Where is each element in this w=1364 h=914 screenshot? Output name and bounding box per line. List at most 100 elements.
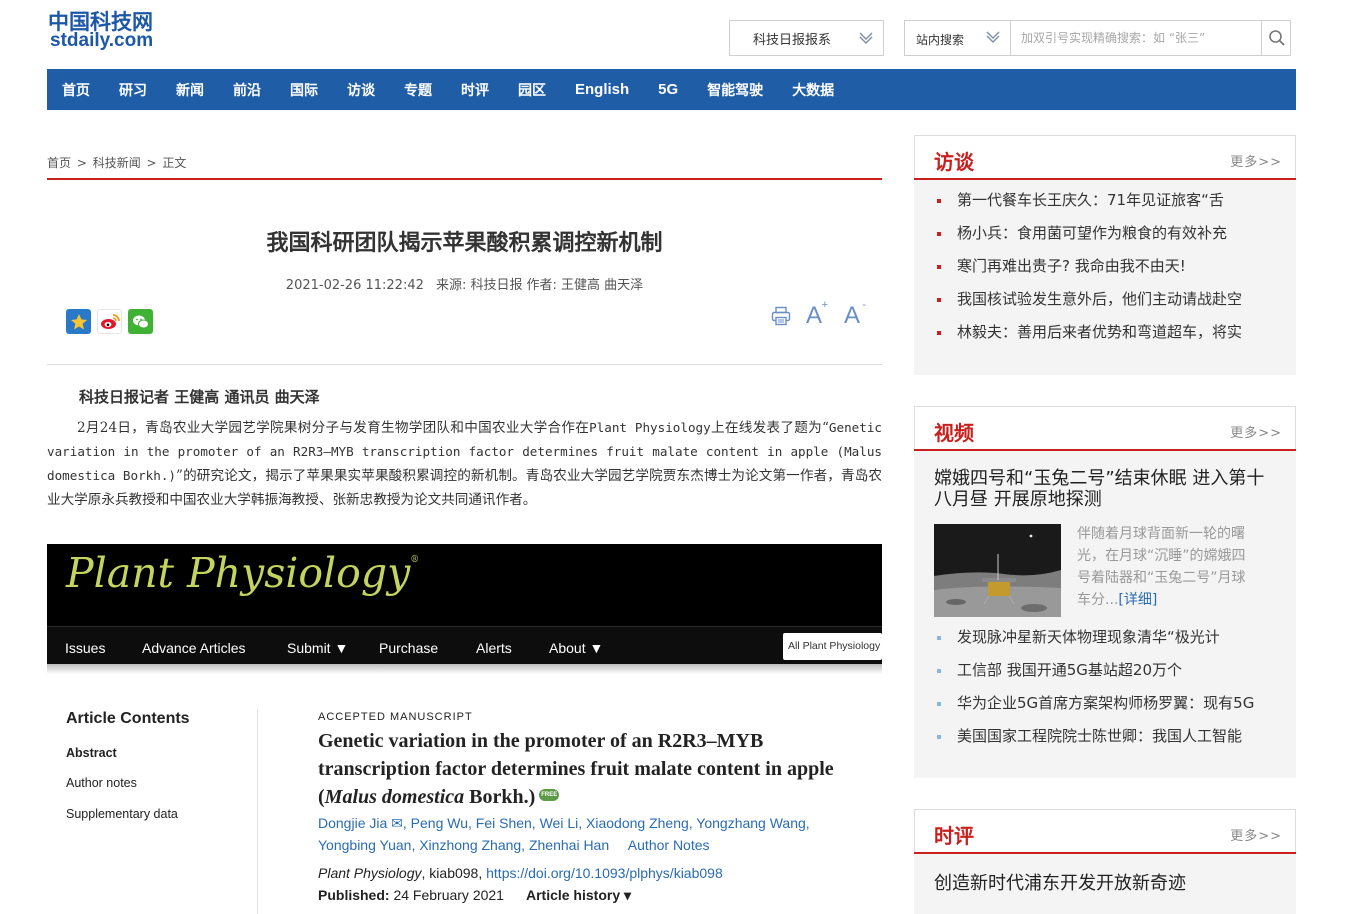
interview-title: 访谈 <box>934 150 974 174</box>
article-paragraph: 2月24日，青岛农业大学园艺学院果树分子与发育生物学团队和中国农业大学合作在Pl… <box>47 420 882 508</box>
search-divider <box>1010 21 1011 55</box>
journal-nav-about: About ▼ <box>549 640 604 656</box>
video-title: 视频 <box>934 421 974 445</box>
list-item[interactable]: 发现脉冲星新天体物理现象清华“极光计 <box>914 621 1296 654</box>
newspaper-select[interactable]: 科技日报报系 <box>729 20 884 56</box>
box-header-rule <box>914 449 1296 451</box>
sidebar-commentary: 时评 更多>> 创造新时代浦东开发开放新奇迹 <box>914 809 1296 914</box>
list-item[interactable]: 美国国家工程院院士陈世卿：我国人工智能 <box>914 720 1296 753</box>
journal-nav-shadow <box>47 664 882 674</box>
nav-smart-driving[interactable]: 智能驾驶 <box>707 80 763 100</box>
box-header-border <box>914 809 1296 810</box>
journal-search-scope: All Plant Physiology <box>783 633 882 660</box>
list-item[interactable]: 寒门再难出贵子? 我命由我不由天! <box>914 250 1296 283</box>
journal-nav: Issues Advance Articles Submit ▼ Purchas… <box>47 626 882 664</box>
search-button[interactable] <box>1261 21 1291 55</box>
paper-title: Genetic variation in the promoter of an … <box>318 730 834 808</box>
search-input[interactable] <box>1013 22 1259 54</box>
video-headline[interactable]: 嫦娥四号和“玉兔二号”结束休眠 进入第十八月昼 开展原地探测 <box>934 468 1279 510</box>
box-header-border <box>914 406 1296 407</box>
paper-citation: Plant Physiology, kiab098, https://doi.o… <box>318 865 723 881</box>
chevron-down-icon <box>858 30 874 50</box>
sidebar-video: 视频 更多>> 嫦娥四号和“玉兔二号”结束休眠 进入第十八月昼 开展原地探测 伴… <box>914 406 1296 778</box>
contents-author-notes: Author notes <box>66 776 137 790</box>
interview-list: 第一代餐车长王庆久：71年见证旅客“舌 杨小兵：食用菌可望作为粮食的有效补充 寒… <box>914 184 1296 349</box>
article-byline: 科技日报记者 王健高 通讯员 曲天泽 <box>79 388 320 406</box>
article-title: 我国科研团队揭示苹果酸积累调控新机制 <box>266 231 663 256</box>
article-datetime: 2021-02-26 11:22:42 <box>285 278 424 293</box>
nav-english[interactable]: English <box>575 81 629 98</box>
journal-nav-alerts: Alerts <box>476 640 512 656</box>
share-buttons <box>66 309 153 334</box>
nav-study[interactable]: 研习 <box>119 80 147 100</box>
contents-supplementary: Supplementary data <box>66 807 178 821</box>
main-nav: 首页 研习 新闻 前沿 国际 访谈 专题 时评 园区 English 5G 智能… <box>47 69 1296 110</box>
video-thumbnail-moon-rover[interactable] <box>934 524 1061 617</box>
box-header-border <box>914 406 915 451</box>
breadcrumb-divider <box>47 178 882 180</box>
nav-big-data[interactable]: 大数据 <box>792 80 834 100</box>
article-source: 来源: 科技日报 <box>436 278 523 293</box>
paper-published: Published: 24 February 2021 Article histo… <box>318 887 632 903</box>
font-decrease-button[interactable]: A- <box>844 299 866 330</box>
article-divider <box>47 364 882 365</box>
nav-international[interactable]: 国际 <box>290 80 318 100</box>
search-icon <box>1268 30 1285 46</box>
breadcrumb-category[interactable]: 科技新闻 <box>93 156 141 170</box>
weibo-share-icon[interactable] <box>97 309 122 334</box>
nav-topics[interactable]: 专题 <box>404 80 432 100</box>
logo-english: stdaily.com <box>50 30 154 51</box>
list-item[interactable]: 第一代餐车长王庆久：71年见证旅客“舌 <box>914 184 1296 217</box>
list-item[interactable]: 林毅夫：善用后来者优势和弯道超车，将实 <box>914 316 1296 349</box>
journal-logo: Plant Physiology® <box>66 549 420 597</box>
font-increase-button[interactable]: A + <box>806 299 828 330</box>
contents-abstract: Abstract <box>66 746 117 760</box>
nav-commentary[interactable]: 时评 <box>461 80 489 100</box>
article-author: 作者: 王健高 曲天泽 <box>526 278 644 293</box>
box-header-border <box>914 135 1296 136</box>
commentary-more-link[interactable]: 更多>> <box>1230 825 1282 844</box>
journal-nav-advance-articles: Advance Articles <box>142 640 246 656</box>
accepted-manuscript-label: ACCEPTED MANUSCRIPT <box>318 711 473 723</box>
video-detail-link[interactable]: [详细] <box>1118 592 1157 608</box>
nav-home[interactable]: 首页 <box>62 80 90 100</box>
list-item[interactable]: 杨小兵：食用菌可望作为粮食的有效补充 <box>914 217 1296 250</box>
article-contents-heading: Article Contents <box>66 710 190 727</box>
list-item[interactable]: 我国核试验发生意外后，他们主动请战赴空 <box>914 283 1296 316</box>
free-badge: FREE <box>539 789 560 802</box>
box-header-border <box>914 135 915 180</box>
qzone-share-icon[interactable] <box>66 309 91 334</box>
article-tools: A + A- <box>770 299 874 330</box>
journal-nav-purchase: Purchase <box>379 640 439 656</box>
breadcrumb: 首页 > 科技新闻 > 正文 <box>47 156 187 170</box>
nav-parks[interactable]: 园区 <box>518 80 546 100</box>
site-search: 站内搜索 <box>904 20 1291 56</box>
journal-banner: Plant Physiology® <box>47 544 882 626</box>
nav-interview[interactable]: 访谈 <box>347 80 375 100</box>
nav-news[interactable]: 新闻 <box>176 80 204 100</box>
article-image-journal-screenshot: Plant Physiology® Issues Advance Article… <box>47 544 882 914</box>
search-scope-label[interactable]: 站内搜索 <box>916 31 964 48</box>
box-header-border <box>1295 406 1296 451</box>
interview-more-link[interactable]: 更多>> <box>1230 151 1282 170</box>
newspaper-select-label: 科技日报报系 <box>753 32 832 48</box>
breadcrumb-home[interactable]: 首页 <box>47 156 71 170</box>
box-header-border <box>914 809 915 854</box>
breadcrumb-current: 正文 <box>162 156 187 170</box>
list-item[interactable]: 华为企业5G首席方案架构师杨罗翼：现有5G <box>914 687 1296 720</box>
nav-5g[interactable]: 5G <box>658 81 678 98</box>
video-more-link[interactable]: 更多>> <box>1230 422 1282 441</box>
list-item[interactable]: 工信部 我国开通5G基站超20万个 <box>914 654 1296 687</box>
commentary-headline[interactable]: 创造新时代浦东开发开放新奇迹 <box>934 873 1279 894</box>
journal-nav-submit: Submit ▼ <box>287 640 349 656</box>
wechat-share-icon[interactable] <box>128 309 153 334</box>
nav-frontier[interactable]: 前沿 <box>233 80 261 100</box>
journal-nav-issues: Issues <box>65 640 106 656</box>
article-meta: 2021-02-26 11:22:42 来源: 科技日报 作者: 王健高 曲天泽 <box>47 274 882 293</box>
video-list: 发现脉冲星新天体物理现象清华“极光计 工信部 我国开通5G基站超20万个 华为企… <box>914 621 1296 753</box>
chevron-down-icon[interactable] <box>985 29 1001 49</box>
box-header-border <box>1295 809 1296 854</box>
sidebar-interview: 访谈 更多>> 第一代餐车长王庆久：71年见证旅客“舌 杨小兵：食用菌可望作为粮… <box>914 135 1296 375</box>
print-icon[interactable] <box>770 305 792 327</box>
site-logo[interactable]: 中国科技网 stdaily.com <box>48 6 178 51</box>
